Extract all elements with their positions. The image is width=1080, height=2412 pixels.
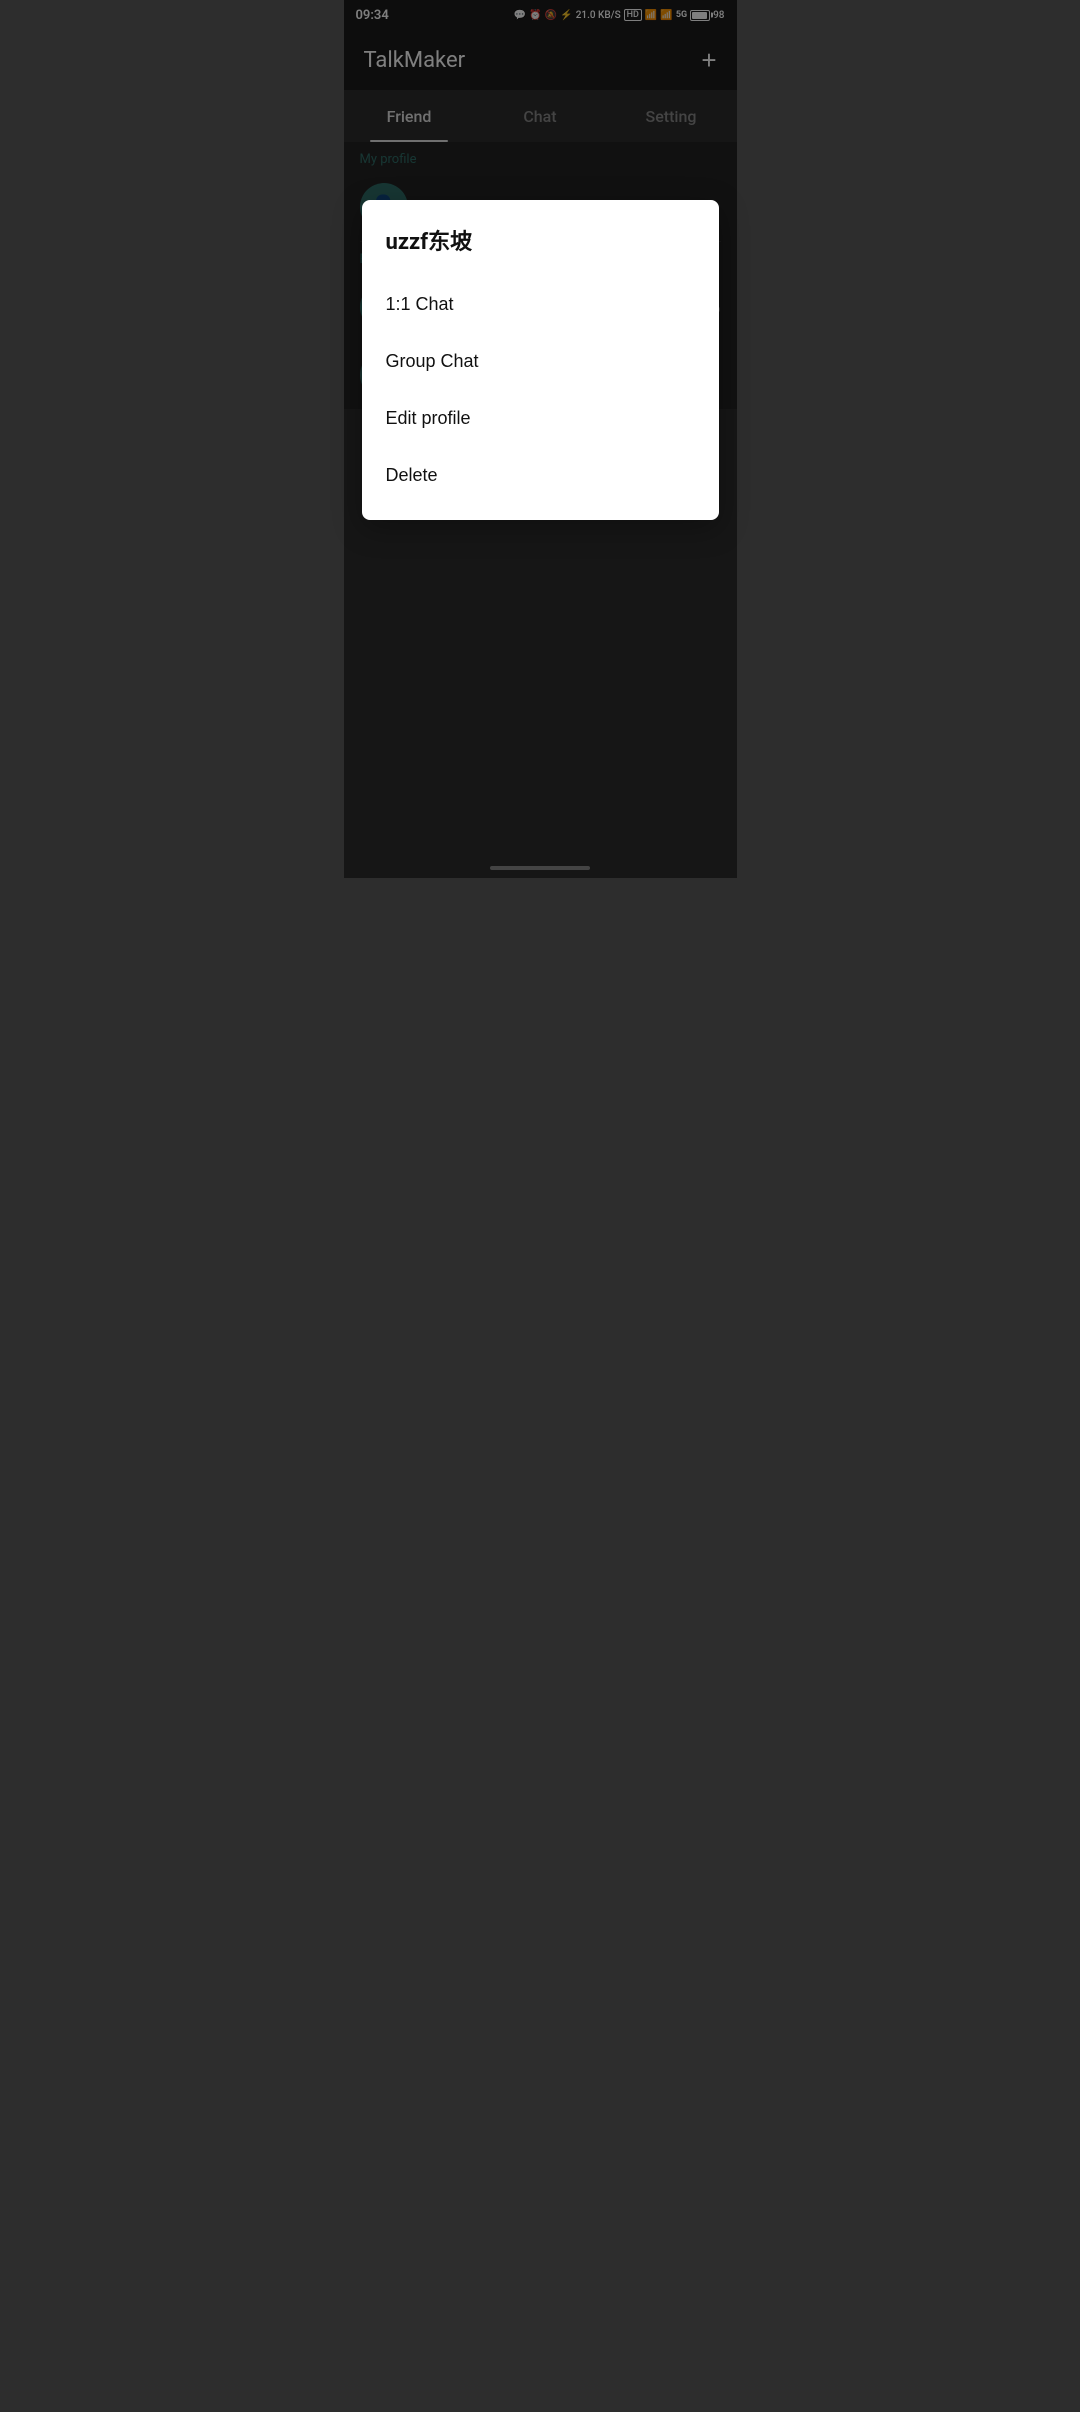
context-menu: uzzf东坡 1:1 Chat Group Chat Edit profile … bbox=[362, 200, 719, 520]
menu-item-delete[interactable]: Delete bbox=[362, 447, 719, 504]
menu-item-edit-profile[interactable]: Edit profile bbox=[362, 390, 719, 447]
context-menu-title: uzzf东坡 bbox=[362, 224, 719, 276]
menu-item-group-chat[interactable]: Group Chat bbox=[362, 333, 719, 390]
menu-item-one-on-one-chat[interactable]: 1:1 Chat bbox=[362, 276, 719, 333]
